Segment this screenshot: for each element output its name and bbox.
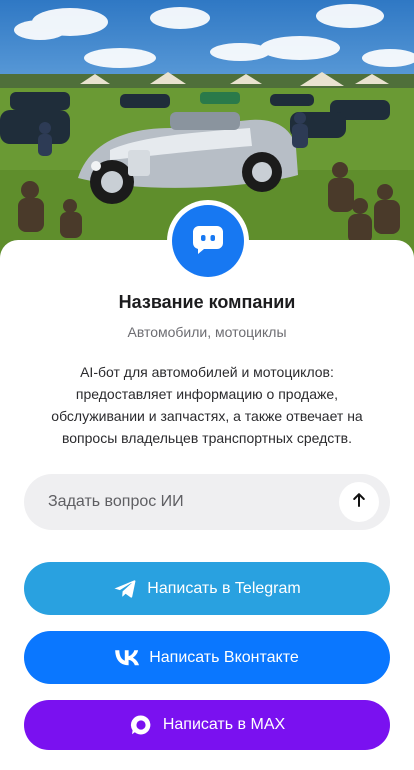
vk-button[interactable]: Написать Вконтакте <box>24 631 390 684</box>
vk-button-label: Написать Вконтакте <box>149 648 299 666</box>
ask-ai-input[interactable] <box>24 474 334 530</box>
company-category: Автомобили, мотоциклы <box>127 324 287 340</box>
chat-bubble-icon <box>190 221 226 262</box>
company-description: AI-бот для автомобилей и мотоциклов: пре… <box>51 364 363 446</box>
max-button[interactable]: Написать в MAX <box>24 700 390 750</box>
arrow-up-icon <box>351 492 367 513</box>
max-icon <box>129 713 153 737</box>
ask-ai-field <box>24 474 390 530</box>
max-button-label: Написать в MAX <box>162 716 286 733</box>
telegram-button-label: Написать в Telegram <box>147 579 301 597</box>
avatar <box>172 205 244 277</box>
vk-icon <box>115 646 140 670</box>
telegram-button[interactable]: Написать в Telegram <box>24 562 390 615</box>
telegram-icon <box>113 577 137 601</box>
company-name: Название компании <box>118 292 296 312</box>
send-button[interactable] <box>339 482 379 522</box>
